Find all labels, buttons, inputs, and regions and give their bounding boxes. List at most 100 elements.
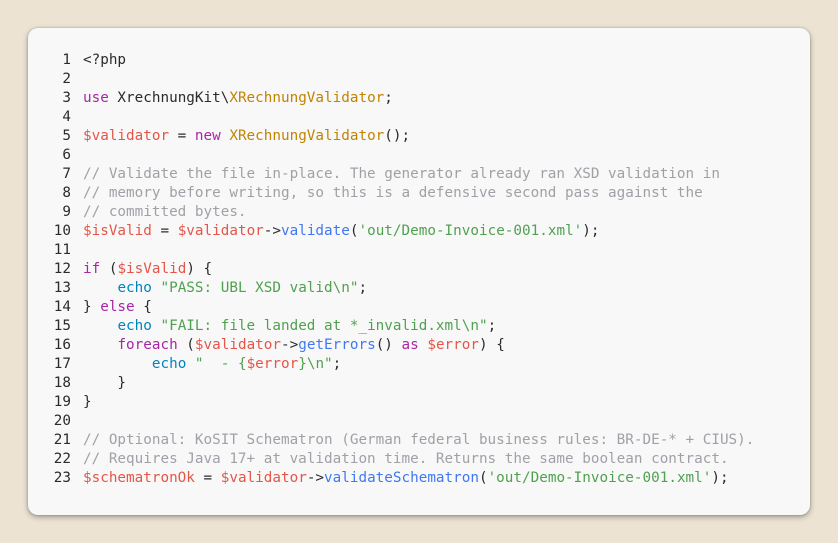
line-number: 11	[53, 242, 71, 258]
line-number: 9	[62, 204, 71, 220]
code-token: ;	[487, 318, 497, 334]
code-token: <?php	[83, 52, 127, 68]
code-line: 9 // committed bytes.	[28, 203, 810, 222]
line-number: 8	[62, 185, 71, 201]
code-line: 11	[28, 241, 810, 260]
code-token: use	[83, 90, 109, 106]
code-line: 8 // memory before writing, so this is a …	[28, 184, 810, 203]
code-token: echo	[117, 318, 152, 334]
code-line: 21 // Optional: KoSIT Schematron (German …	[28, 431, 810, 450]
line-number: 7	[62, 166, 71, 182]
code-line: 14} else {	[28, 298, 810, 317]
code-line: 3 use XrechnungKit\XRechnungValidator;	[28, 89, 810, 108]
code-token: }	[83, 299, 101, 315]
line-source: $isValid = $validator->validate('out/Dem…	[71, 222, 600, 241]
line-source: $schematronOk = $validator->validateSche…	[71, 469, 729, 488]
code-line: 22 // Requires Java 17+ at validation tim…	[28, 450, 810, 469]
line-source	[71, 146, 83, 165]
line-source: $validator = new XRechnungValidator();	[71, 127, 410, 146]
code-token: "PASS: UBL XSD valid\n"	[160, 280, 359, 296]
code-token: $validator	[177, 223, 264, 239]
line-source: echo "FAIL: file landed at *_invalid.xml…	[71, 317, 496, 336]
code-token: getErrors	[298, 337, 376, 353]
code-token: $validator	[220, 470, 307, 486]
code-token: =	[151, 223, 178, 239]
line-source: foreach ($validator->getErrors() as $err…	[71, 336, 505, 355]
line-number: 6	[62, 147, 71, 163]
code-token: validate	[281, 223, 350, 239]
code-token: XRechnungValidator	[229, 128, 385, 144]
line-source: echo "PASS: UBL XSD valid\n";	[71, 279, 367, 298]
line-number: 2	[62, 71, 71, 87]
line-source: echo " - {$error}\n";	[71, 355, 341, 374]
line-source	[71, 241, 83, 260]
code-token: " - {	[194, 356, 247, 372]
code-block[interactable]: 1 <?php 2 3 use XrechnungKit\XRechnungValida…	[28, 51, 810, 488]
code-token: (	[100, 261, 118, 277]
code-token: ;	[384, 90, 393, 106]
line-number: 21	[53, 432, 71, 448]
code-line: 2	[28, 70, 810, 89]
line-number: 12	[53, 261, 71, 277]
code-line: 20	[28, 412, 810, 431]
line-number: 17	[53, 356, 71, 372]
code-line: 1 <?php	[28, 51, 810, 70]
code-token: // Requires Java 17+ at validation time.…	[83, 451, 729, 467]
code-token: "FAIL: file landed at *_invalid.xml\n"	[160, 318, 488, 334]
line-number: 3	[62, 90, 71, 106]
line-number: 23	[53, 470, 71, 486]
code-line: 16 foreach ($validator->getErrors() as $…	[28, 336, 810, 355]
code-token: 'out/Demo-Invoice-001.xml'	[358, 223, 583, 239]
line-number: 18	[53, 375, 71, 391]
code-token: (	[478, 470, 488, 486]
code-token: XRechnungValidator	[229, 90, 385, 106]
code-token: // Optional: KoSIT Schematron (German fe…	[83, 432, 755, 448]
code-token: ();	[384, 128, 411, 144]
code-token: XrechnungKit\	[108, 90, 230, 106]
code-token: ) {	[479, 337, 505, 353]
code-token: );	[711, 470, 729, 486]
code-token: foreach	[117, 337, 178, 353]
code-line: 18 }	[28, 374, 810, 393]
code-token: {	[134, 299, 152, 315]
code-window: 1 <?php 2 3 use XrechnungKit\XRechnungValida…	[28, 28, 810, 515]
code-line: 5 $validator = new XRechnungValidator();	[28, 127, 810, 146]
code-token: $error	[427, 337, 479, 353]
code-token: }\n"	[298, 356, 333, 372]
line-source: // Optional: KoSIT Schematron (German fe…	[71, 431, 754, 450]
line-number: 16	[53, 337, 71, 353]
code-token: echo	[117, 280, 152, 296]
code-token: if	[83, 261, 101, 277]
code-token: $validator	[194, 337, 281, 353]
code-token: as	[401, 337, 419, 353]
line-number: 10	[53, 223, 71, 239]
line-source: // Requires Java 17+ at validation time.…	[71, 450, 729, 469]
code-line: 15 echo "FAIL: file landed at *_invalid.…	[28, 317, 810, 336]
code-token: new	[194, 128, 221, 144]
code-line: 17 echo " - {$error}\n";	[28, 355, 810, 374]
code-token: else	[100, 299, 135, 315]
line-number: 14	[53, 299, 71, 315]
code-token: // memory before writing, so this is a d…	[83, 185, 703, 201]
code-token: $error	[246, 356, 299, 372]
code-token: ;	[332, 356, 342, 372]
line-source: <?php	[71, 51, 126, 70]
code-line: 23 $schematronOk = $validator->validateSc…	[28, 469, 810, 488]
code-line: 7 // Validate the file in-place. The gene…	[28, 165, 810, 184]
line-number: 1	[62, 52, 71, 68]
code-token: }	[83, 394, 92, 410]
code-token: =	[169, 128, 195, 144]
code-token: }	[83, 375, 127, 391]
code-token: $validator	[83, 128, 170, 144]
line-source: } else {	[71, 298, 152, 317]
line-source	[71, 412, 83, 431]
line-number: 22	[53, 451, 71, 467]
line-source	[71, 70, 83, 89]
line-number: 13	[53, 280, 71, 296]
line-source: if ($isValid) {	[71, 260, 212, 279]
